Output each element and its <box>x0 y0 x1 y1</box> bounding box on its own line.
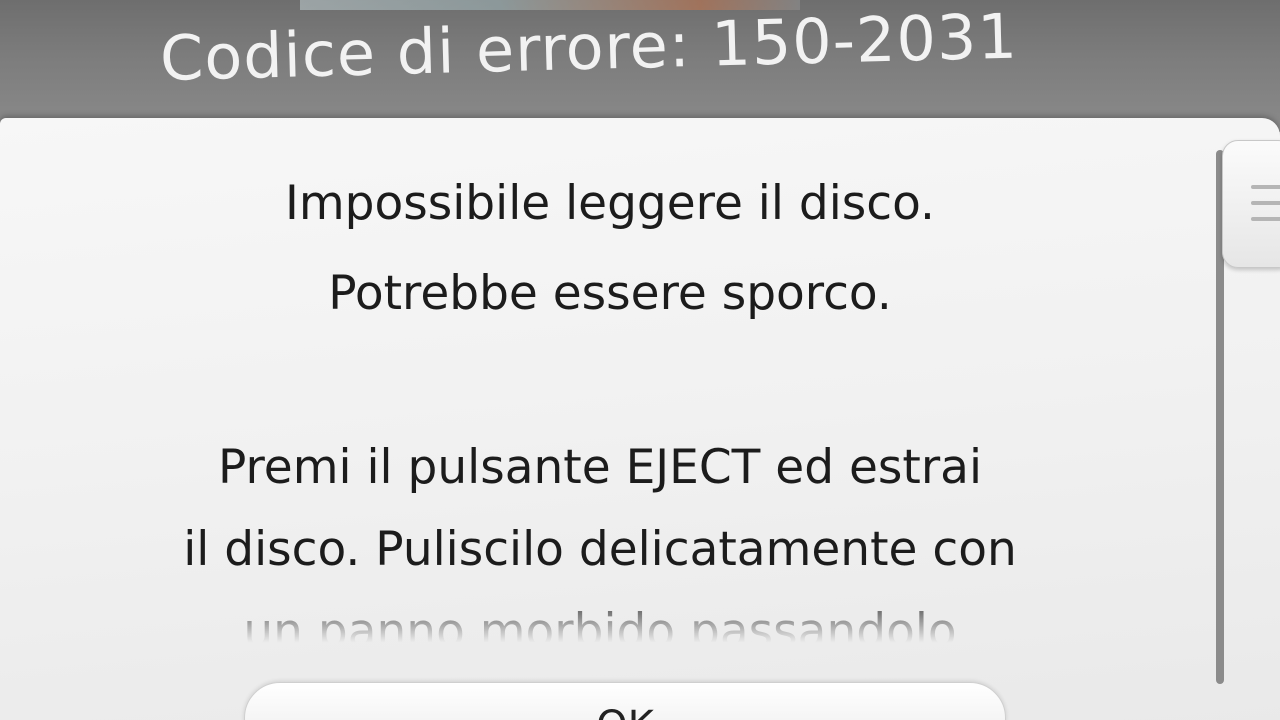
message-line-faded: un panno morbido passandolo <box>243 604 957 659</box>
message-line: Potrebbe essere sporco. <box>328 266 892 321</box>
message-line: Impossibile leggere il disco. <box>285 176 935 231</box>
error-screen: Codice di errore: 150-2031 Impossibile l… <box>0 0 1280 720</box>
grip-line-icon <box>1251 185 1280 189</box>
ok-button[interactable]: OK <box>244 682 1006 720</box>
message-line: Premi il pulsante EJECT ed estrai <box>217 440 983 495</box>
error-header: Codice di errore: 150-2031 <box>0 0 1280 132</box>
error-code-title: Codice di errore: 150-2031 <box>159 0 1019 95</box>
grip-line-icon <box>1251 201 1280 205</box>
scrollbar-thumb[interactable] <box>1222 140 1280 268</box>
message-line: il disco. Puliscilo delicatamente con <box>183 522 1017 577</box>
error-dialog[interactable]: Impossibile leggere il disco. Potrebbe e… <box>0 118 1280 720</box>
ok-button-label: OK <box>596 703 654 720</box>
grip-line-icon <box>1251 217 1280 221</box>
